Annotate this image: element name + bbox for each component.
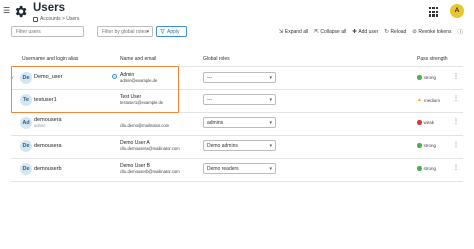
check-icon bbox=[417, 75, 422, 80]
warning-icon: ▲ bbox=[417, 97, 422, 103]
more-icon[interactable]: ⋮ bbox=[453, 118, 459, 125]
strength-indicator: strong bbox=[417, 166, 436, 171]
col-strength: Pass strength bbox=[417, 56, 448, 62]
apply-button[interactable]: Apply bbox=[156, 26, 187, 37]
role-value: admins bbox=[207, 120, 224, 126]
chevron-down-icon: ▾ bbox=[146, 29, 149, 35]
divider bbox=[11, 181, 463, 182]
role-value: --- bbox=[207, 97, 212, 103]
expand-all-label: Expand all bbox=[284, 29, 309, 35]
expand-icon: ⇲ bbox=[278, 29, 284, 35]
add-user-button[interactable]: ✚ Add user bbox=[352, 29, 378, 35]
users-app: ☰ Users Accounts > Users A Filter by glo… bbox=[0, 0, 474, 249]
help-icon: ⓘ bbox=[457, 30, 463, 36]
table-row[interactable]: Ad demousera admin cllu.demo@mailinator.… bbox=[0, 112, 474, 135]
hamburger-icon[interactable]: ☰ bbox=[3, 7, 11, 15]
person-email: cllu.demouserb@mailinator.com bbox=[120, 169, 180, 174]
username: demouserb bbox=[34, 166, 62, 172]
apps-grid-icon[interactable] bbox=[429, 7, 439, 17]
toolbar-actions: ⇲ Expand all ⇱ Collapse all ✚ Add user ↻… bbox=[279, 28, 463, 36]
gear-icon bbox=[15, 5, 27, 18]
col-roles: Global roles bbox=[203, 56, 230, 62]
check-icon bbox=[417, 143, 422, 148]
strength-indicator: weak bbox=[417, 120, 434, 125]
more-icon[interactable]: ⋮ bbox=[453, 73, 459, 80]
role-select[interactable]: --- ▾ bbox=[203, 94, 276, 105]
more-icon[interactable]: ⋮ bbox=[453, 95, 459, 102]
reload-icon: ↻ bbox=[384, 29, 389, 35]
collapse-icon: ⇱ bbox=[314, 29, 319, 35]
role-value: Demo admins bbox=[207, 143, 238, 149]
page-title: Users bbox=[33, 2, 65, 14]
home-icon bbox=[33, 16, 38, 22]
apply-label: Apply bbox=[167, 28, 180, 35]
collapse-all-button[interactable]: ⇱ Collapse all bbox=[314, 29, 346, 35]
chevron-down-icon: ▾ bbox=[269, 75, 272, 81]
strength-label: strong bbox=[423, 166, 437, 171]
strength-label: strong bbox=[423, 75, 437, 80]
user-avatar[interactable]: A bbox=[450, 4, 464, 18]
table-row[interactable]: De demousera Demo User A cllu.demousera@… bbox=[0, 135, 474, 158]
chevron-down-icon: ▾ bbox=[269, 97, 272, 103]
check-icon bbox=[417, 166, 422, 171]
breadcrumb-text[interactable]: Accounts > Users bbox=[40, 16, 79, 22]
chevron-down-icon: ▾ bbox=[269, 166, 272, 172]
expand-all-button[interactable]: ⇲ Expand all bbox=[279, 29, 308, 35]
role-select[interactable]: admins ▾ bbox=[203, 117, 276, 128]
more-icon[interactable]: ⋮ bbox=[453, 164, 459, 171]
avatar: De bbox=[20, 163, 32, 175]
add-user-label: Add user bbox=[358, 29, 379, 35]
avatar: Ad bbox=[20, 117, 32, 129]
table-row[interactable]: De demouserb Demo User B cllu.demouserb@… bbox=[0, 158, 474, 181]
role-value: Demo readers bbox=[207, 166, 239, 172]
role-select[interactable]: Demo admins ▾ bbox=[203, 140, 276, 151]
add-user-icon: ✚ bbox=[352, 29, 357, 35]
person-email: cllu.demousera@mailinator.com bbox=[120, 146, 180, 151]
username: demousera bbox=[34, 143, 62, 149]
role-value: --- bbox=[207, 75, 212, 81]
chevron-down-icon: ▾ bbox=[269, 143, 272, 149]
search-input[interactable] bbox=[11, 26, 84, 37]
role-select[interactable]: Demo readers ▾ bbox=[203, 163, 276, 174]
person-email: cllu.demo@mailinator.com bbox=[120, 123, 170, 128]
filter-icon bbox=[160, 29, 165, 34]
revoke-icon: ⊘ bbox=[412, 29, 417, 35]
col-name: Name and email bbox=[120, 56, 157, 62]
reload-button[interactable]: ↻ Reload bbox=[384, 29, 406, 35]
strength-indicator: strong bbox=[417, 143, 436, 148]
reload-label: Reload bbox=[390, 29, 407, 35]
more-icon[interactable]: ⋮ bbox=[453, 141, 459, 148]
strength-label: weak bbox=[423, 120, 435, 125]
selection-highlight bbox=[11, 66, 179, 113]
table-header: Username and login alias Name and email … bbox=[0, 52, 474, 66]
strength-indicator: ▲ medium bbox=[417, 97, 440, 103]
revoke-tokens-button[interactable]: ⊘ Revoke tokens bbox=[412, 29, 451, 35]
chevron-down-icon: ▾ bbox=[269, 120, 272, 126]
error-icon bbox=[417, 120, 422, 125]
strength-label: strong bbox=[423, 143, 437, 148]
help-button[interactable]: ⓘ bbox=[457, 28, 463, 36]
login-alias: admin bbox=[34, 123, 46, 128]
role-filter-select[interactable]: Filter by global roles ▾ bbox=[97, 26, 153, 37]
avatar: De bbox=[20, 140, 32, 152]
role-select[interactable]: --- ▾ bbox=[203, 72, 276, 83]
role-filter-placeholder: Filter by global roles bbox=[102, 29, 147, 35]
col-user: Username and login alias bbox=[22, 56, 79, 62]
strength-indicator: strong bbox=[417, 75, 436, 80]
collapse-all-label: Collapse all bbox=[320, 29, 347, 35]
revoke-tokens-label: Revoke tokens bbox=[418, 29, 452, 35]
breadcrumb[interactable]: Accounts > Users bbox=[33, 16, 79, 22]
strength-label: medium bbox=[423, 97, 440, 103]
